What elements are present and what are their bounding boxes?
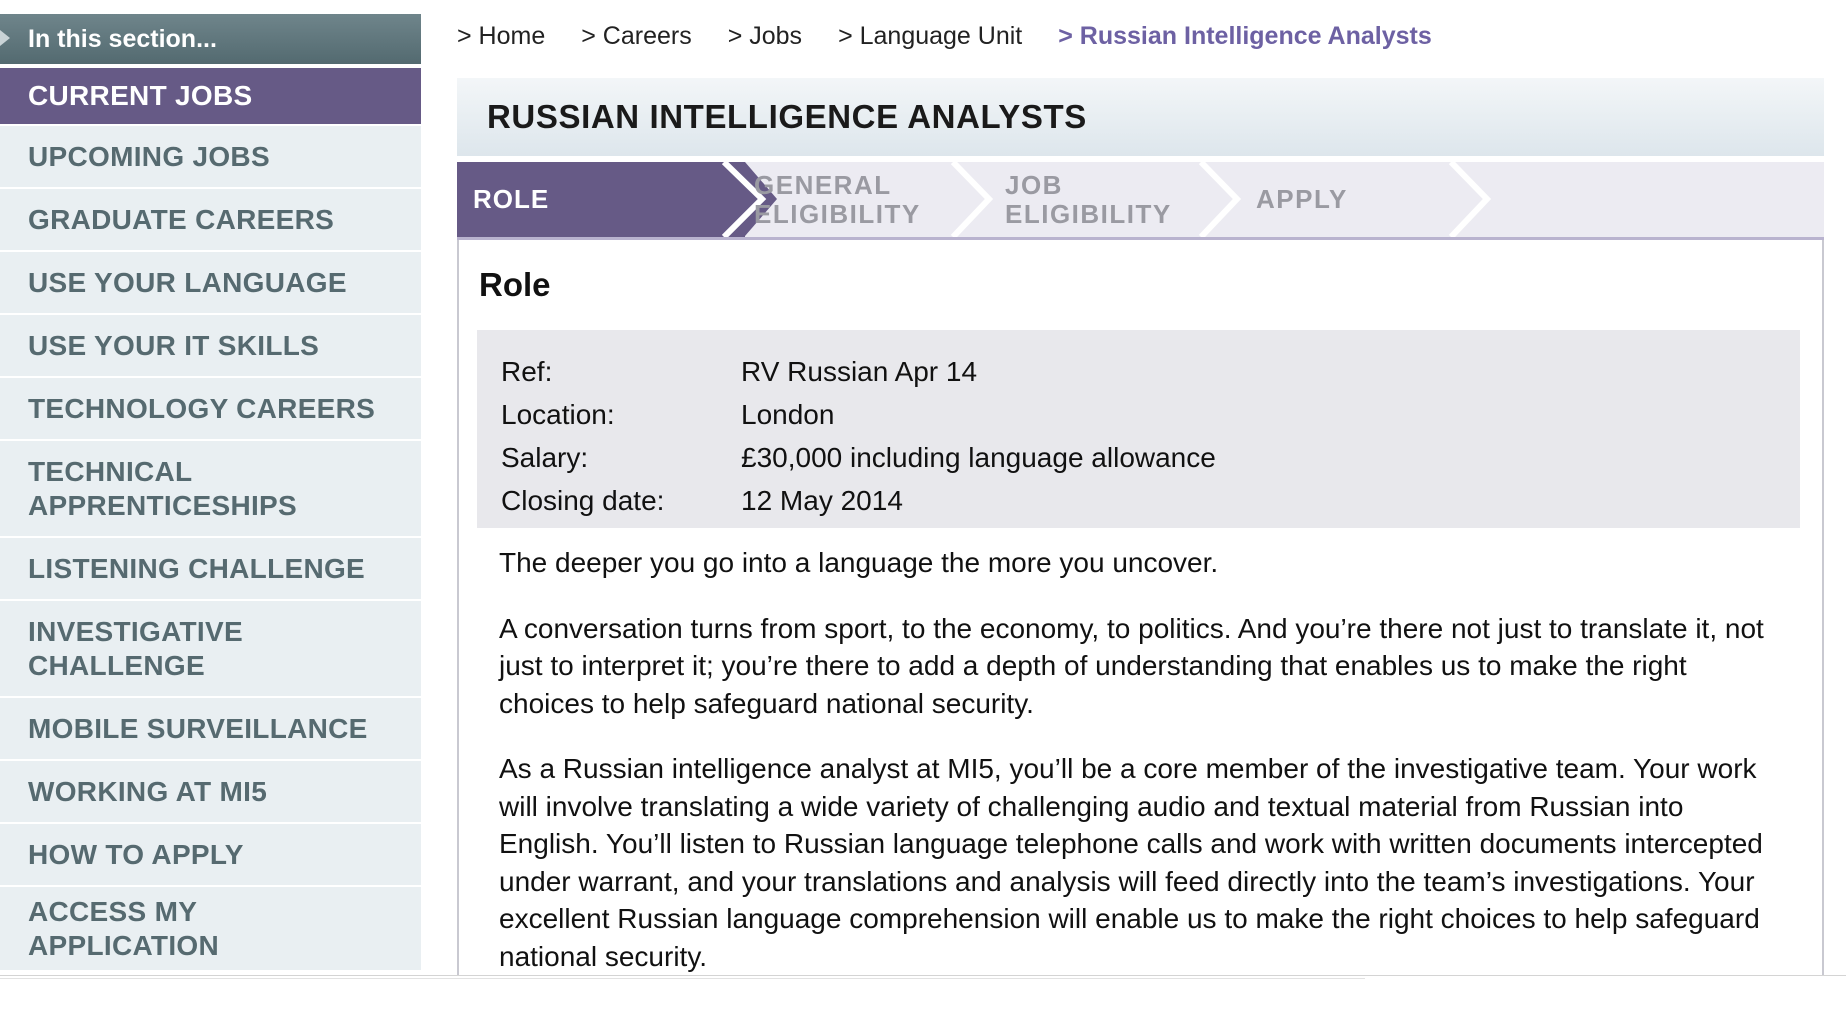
- paragraph: A conversation turns from sport, to the …: [499, 612, 1764, 719]
- sidebar-item-technical-apprenticeships[interactable]: TECHNICAL APPRENTICESHIPS: [0, 439, 421, 536]
- step-general-eligibility[interactable]: GENERAL ELIGIBILITY: [754, 162, 944, 237]
- info-value: £30,000 including language allowance: [741, 441, 1216, 473]
- sidebar-item-listening-challenge[interactable]: LISTENING CHALLENGE: [0, 536, 421, 599]
- paragraph: As a Russian intelligence analyst at MI5…: [499, 753, 1763, 972]
- sidebar-item-upcoming-jobs[interactable]: UPCOMING JOBS: [0, 124, 421, 187]
- breadcrumb-current[interactable]: > Russian Intelligence Analysts: [1058, 22, 1432, 51]
- page-fold-divider: [0, 975, 1846, 976]
- info-label: Salary:: [501, 441, 589, 473]
- role-content: Role Ref: RV Russian Apr 14 Location: Lo…: [457, 240, 1824, 975]
- page-title-bar: RUSSIAN INTELLIGENCE ANALYSTS: [457, 78, 1824, 156]
- info-row-salary: Salary: £30,000 including language allow…: [501, 436, 1776, 479]
- step-apply[interactable]: APPLY: [1256, 162, 1376, 237]
- sidebar-item-working-at-mi5[interactable]: WORKING AT MI5: [0, 759, 421, 822]
- page-title: RUSSIAN INTELLIGENCE ANALYSTS: [487, 98, 1087, 135]
- info-value: London: [741, 398, 835, 430]
- sidebar-item-graduate-careers[interactable]: GRADUATE CAREERS: [0, 187, 421, 250]
- section-heading: Role: [479, 266, 551, 303]
- info-label: Closing date:: [501, 484, 665, 516]
- triangle-icon: [0, 30, 10, 46]
- chevron-right-icon: [1198, 162, 1242, 237]
- job-info-panel: Ref: RV Russian Apr 14 Location: London …: [477, 330, 1800, 528]
- paragraph: The deeper you go into a language the mo…: [499, 547, 1219, 578]
- info-value: RV Russian Apr 14: [741, 355, 978, 387]
- application-steps: ROLE GENERAL ELIGIBILITY JOB ELIGIBILITY…: [457, 162, 1824, 240]
- breadcrumb-careers[interactable]: > Careers: [581, 22, 691, 51]
- section-sidebar: In this section... CURRENT JOBS UPCOMING…: [0, 14, 421, 970]
- info-label: Location:: [501, 398, 615, 430]
- breadcrumb-home[interactable]: > Home: [457, 22, 545, 51]
- sidebar-item-how-to-apply[interactable]: HOW TO APPLY: [0, 822, 421, 885]
- breadcrumb: > Home > Careers > Jobs > Language Unit …: [457, 22, 1468, 51]
- role-description: The deeper you go into a language the mo…: [499, 544, 1789, 975]
- step-role[interactable]: ROLE: [457, 162, 745, 237]
- info-row-closing-date: Closing date: 12 May 2014: [501, 479, 1776, 522]
- sidebar-item-mobile-surveillance[interactable]: MOBILE SURVEILLANCE: [0, 696, 421, 759]
- sidebar-item-use-your-it-skills[interactable]: USE YOUR IT SKILLS: [0, 313, 421, 376]
- info-label: Ref:: [501, 355, 553, 387]
- sidebar-item-use-your-language[interactable]: USE YOUR LANGUAGE: [0, 250, 421, 313]
- sidebar-item-technology-careers[interactable]: TECHNOLOGY CAREERS: [0, 376, 421, 439]
- sidebar-item-current-jobs[interactable]: CURRENT JOBS: [0, 64, 421, 124]
- sidebar-header: In this section...: [0, 14, 421, 64]
- sidebar-item-access-my-application[interactable]: ACCESS MY APPLICATION: [0, 885, 421, 970]
- step-job-eligibility[interactable]: JOB ELIGIBILITY: [1005, 162, 1175, 237]
- page-fold-divider: [0, 978, 1365, 979]
- breadcrumb-language-unit[interactable]: > Language Unit: [838, 22, 1022, 51]
- sidebar-item-investigative-challenge[interactable]: INVESTIGATIVE CHALLENGE: [0, 599, 421, 696]
- info-value: 12 May 2014: [741, 484, 903, 516]
- breadcrumb-jobs[interactable]: > Jobs: [728, 22, 802, 51]
- chevron-right-icon: [950, 162, 994, 237]
- sidebar-header-label: In this section...: [28, 25, 217, 53]
- info-row-ref: Ref: RV Russian Apr 14: [501, 350, 1776, 393]
- chevron-right-icon: [1448, 162, 1492, 237]
- info-row-location: Location: London: [501, 393, 1776, 436]
